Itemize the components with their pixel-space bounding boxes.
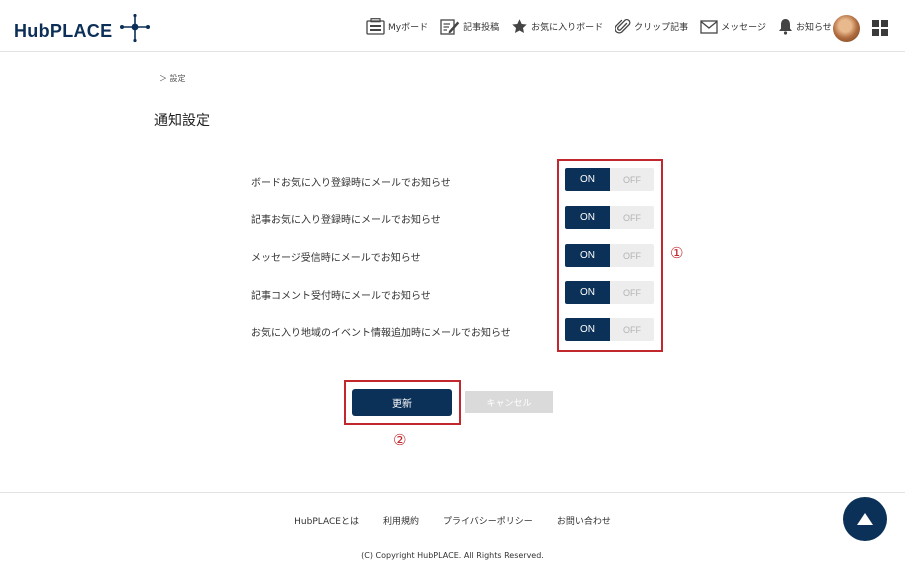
board-icon — [366, 18, 385, 35]
footer-links: HubPLACEとは 利用規約 プライバシーポリシー お問い合わせ — [0, 514, 905, 527]
edit-icon — [440, 18, 460, 35]
footer-link-privacy[interactable]: プライバシーポリシー — [443, 514, 533, 527]
setting-label: 記事お気に入り登録時にメールでお知らせ — [251, 215, 441, 226]
bell-icon — [778, 18, 793, 35]
cancel-button[interactable]: キャンセル — [465, 391, 553, 413]
nav-messages[interactable]: メッセージ — [700, 19, 766, 34]
annotation-box-toggles — [557, 159, 663, 352]
scroll-to-top-button[interactable] — [843, 497, 887, 541]
annotation-marker-2: ② — [393, 431, 407, 449]
star-icon — [511, 18, 528, 35]
breadcrumb[interactable]: ＞ 設定 — [159, 73, 186, 84]
logo-text: HubPLACE — [14, 20, 113, 41]
footer-link-terms[interactable]: 利用規約 — [383, 514, 419, 527]
nav-notifications[interactable]: お知らせ — [778, 18, 832, 35]
header: HubPLACE Myボード 記事投稿 お気に入りボード クリップ記事 メッセー… — [0, 0, 905, 52]
nav-label: お知らせ — [795, 23, 832, 33]
footer: HubPLACEとは 利用規約 プライバシーポリシー お問い合わせ (C) Co… — [0, 492, 905, 564]
nav-label: Myボード — [388, 23, 429, 33]
nav-label: お気に入りボード — [531, 23, 604, 33]
setting-label: 記事コメント受付時にメールでお知らせ — [251, 291, 431, 302]
footer-link-contact[interactable]: お問い合わせ — [557, 514, 611, 527]
arrow-up-icon — [857, 510, 873, 529]
setting-label: メッセージ受信時にメールでお知らせ — [251, 253, 421, 264]
logo[interactable]: HubPLACE — [14, 13, 152, 48]
nav-label: 記事投稿 — [463, 23, 500, 33]
header-nav: Myボード 記事投稿 お気に入りボード クリップ記事 メッセージ お知らせ — [366, 18, 844, 35]
mail-icon — [700, 19, 718, 34]
logo-cross-icon — [118, 13, 152, 48]
grid-menu-icon[interactable] — [872, 20, 888, 36]
nav-favorite-boards[interactable]: お気に入りボード — [511, 18, 603, 35]
nav-my-board[interactable]: Myボード — [366, 18, 428, 35]
copyright: (C) Copyright HubPLACE. All Rights Reser… — [361, 551, 544, 560]
nav-post-article[interactable]: 記事投稿 — [440, 18, 499, 35]
nav-clipped-articles[interactable]: クリップ記事 — [615, 18, 688, 35]
footer-link-about[interactable]: HubPLACEとは — [294, 514, 359, 527]
avatar[interactable] — [833, 15, 860, 42]
nav-label: メッセージ — [721, 23, 766, 33]
nav-label: クリップ記事 — [634, 23, 689, 33]
page-title: 通知設定 — [154, 113, 210, 129]
setting-label: お気に入り地域のイベント情報追加時にメールでお知らせ — [251, 328, 511, 339]
setting-label: ボードお気に入り登録時にメールでお知らせ — [251, 178, 451, 189]
paperclip-icon — [615, 18, 631, 35]
update-button[interactable]: 更新 — [352, 389, 452, 416]
annotation-marker-1: ① — [670, 244, 684, 262]
